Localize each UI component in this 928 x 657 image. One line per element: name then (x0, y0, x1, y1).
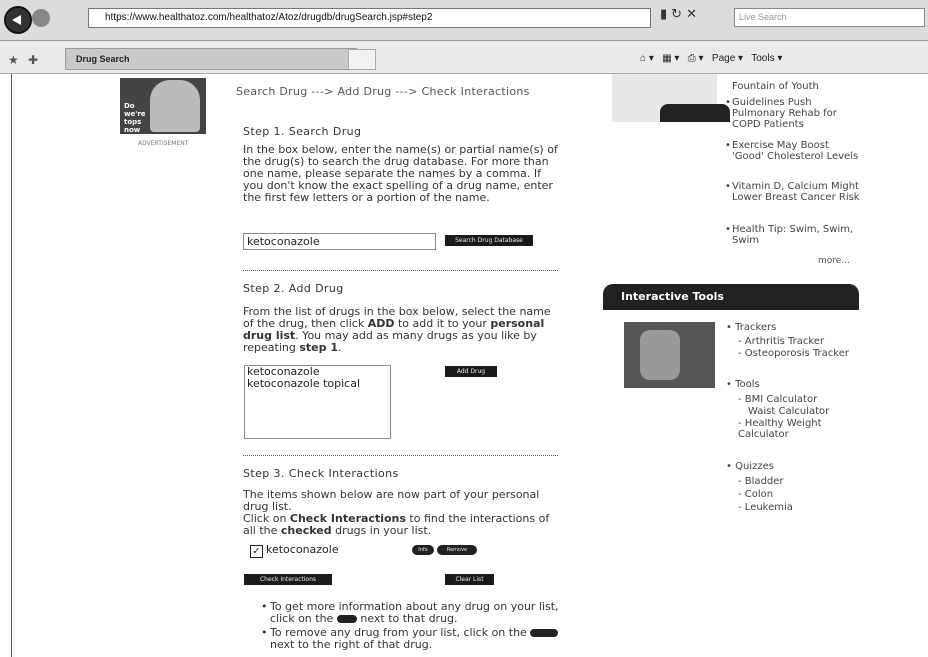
tab-drug-search[interactable]: Drug Search (65, 48, 357, 70)
command-bar: ⌂ ▾ ▦ ▾ ⎙ ▾ Page ▾ Tools ▾ (640, 53, 783, 64)
quiz-link-label[interactable]: Colon (745, 489, 773, 500)
divider (243, 270, 558, 271)
drug-checkbox[interactable]: ✓ (250, 545, 263, 558)
list-item[interactable]: ketoconazole topical (247, 378, 390, 390)
divider (243, 455, 558, 456)
trackers-heading: Trackers (735, 322, 777, 333)
remove-pill-icon (530, 629, 559, 637)
favorites-star-icon[interactable]: ★ (8, 53, 19, 67)
tracker-link-label[interactable]: Osteoporosis Tracker (745, 348, 849, 359)
stop-icon[interactable]: ✕ (686, 7, 701, 22)
tools-label: • Tools (726, 379, 760, 390)
promo-text: Do we're tops now (124, 102, 146, 134)
tip-remove: To remove any drug from your list, click… (261, 627, 570, 651)
quiz-link-label[interactable]: Bladder (745, 476, 784, 487)
tracker-link-label[interactable]: Arthritis Tracker (745, 336, 824, 347)
info-pill-icon (336, 615, 357, 623)
interactive-tools-header: Interactive Tools (603, 284, 859, 310)
drug-search-input[interactable]: ketoconazole (243, 233, 436, 250)
quiz-link[interactable]: - Colon (738, 489, 773, 500)
step2-instructions: From the list of drugs in the box below,… (243, 305, 551, 354)
step3-title: Step 3. Check Interactions (243, 467, 399, 480)
tool-link[interactable]: - Healthy Weight Calculator (738, 418, 838, 440)
tracker-link[interactable]: - Arthritis Tracker (738, 336, 824, 347)
tool-link-label[interactable]: Waist Calculator (748, 406, 829, 417)
news-item[interactable]: Guidelines Push Pulmonary Rehab for COPD… (725, 97, 862, 130)
search-drug-button[interactable]: Search Drug Database (445, 235, 533, 246)
back-button[interactable] (4, 6, 32, 34)
trackers-label: • Trackers (726, 322, 777, 333)
home-icon[interactable]: ⌂ (640, 53, 646, 64)
info-button[interactable]: Info (412, 545, 434, 555)
tool-link-label[interactable]: Healthy Weight Calculator (738, 418, 822, 440)
quiz-link-label[interactable]: Leukemia (745, 502, 793, 513)
step1-instructions: In the box below, enter the name(s) or p… (243, 143, 558, 204)
quiz-link[interactable]: - Leukemia (738, 502, 793, 513)
news-item[interactable]: Exercise May Boost 'Good' Cholesterol Le… (725, 140, 862, 162)
promo-caption: ADVERTISEMENT (138, 140, 189, 147)
clear-list-button[interactable]: Clear List (445, 574, 494, 585)
tip-info-end: next to that drug. (360, 612, 458, 625)
add-drug-button[interactable]: Add Drug (445, 366, 497, 377)
refresh-icon[interactable]: ↻ (671, 7, 686, 22)
page-menu[interactable]: Page (712, 53, 735, 64)
tab-bar: ★ ✚ Drug Search ⌂ ▾ ▦ ▾ ⎙ ▾ Page ▾ Tools… (0, 41, 928, 74)
more-news-link[interactable]: more... (818, 256, 850, 266)
address-bar[interactable]: https://www.healthatoz.com/healthatoz/At… (88, 8, 651, 28)
tool-link[interactable]: - BMI Calculator (738, 394, 848, 405)
breadcrumb: Search Drug ---> Add Drug ---> Check Int… (236, 85, 530, 98)
quizzes-heading: Quizzes (735, 461, 774, 472)
promo-photo (150, 80, 200, 132)
news-item[interactable]: Vitamin D, Calcium Might Lower Breast Ca… (725, 181, 862, 203)
remove-button[interactable]: Remove (437, 545, 477, 555)
tool-link-label[interactable]: BMI Calculator (745, 394, 817, 405)
quiz-link[interactable]: - Bladder (738, 476, 784, 487)
drug-list-row: ✓ ketoconazole Info Remove (244, 542, 492, 559)
new-tab-button[interactable] (348, 49, 376, 70)
page-border (11, 74, 12, 657)
tools-photo (640, 330, 680, 380)
step3-line2: Click on Check Interactions to find the … (243, 512, 550, 537)
quizzes-label: • Quizzes (726, 461, 774, 472)
tools-heading: Tools (735, 379, 760, 390)
tip-info: To get more information about any drug o… (261, 601, 570, 625)
news-item[interactable]: Health Tip: Swim, Swim, Swim (725, 224, 862, 246)
drug-results-list[interactable]: ketoconazole ketoconazole topical (244, 365, 391, 439)
nav-icons[interactable]: ▮↻✕ (660, 7, 701, 22)
print-icon[interactable]: ⎙ (688, 53, 696, 64)
add-favorite-icon[interactable]: ✚ (28, 53, 38, 67)
step3-line1: The items shown below are now part of yo… (243, 488, 540, 513)
lock-icon: ▮ (660, 7, 672, 22)
tools-menu[interactable]: Tools (751, 53, 774, 64)
feeds-icon[interactable]: ▦ (662, 53, 671, 64)
forward-button[interactable] (32, 9, 50, 27)
drug-name: ketoconazole (266, 543, 339, 556)
news-item[interactable]: Fountain of Youth (732, 81, 862, 92)
tip-remove-end: next to the right of that drug. (270, 638, 433, 651)
check-interactions-button[interactable]: Check Interactions (244, 574, 332, 585)
tool-link[interactable]: Waist Calculator (748, 406, 829, 417)
step2-title: Step 2. Add Drug (243, 282, 344, 295)
header-photo-shadow (660, 104, 730, 122)
step1-title: Step 1. Search Drug (243, 125, 362, 138)
search-input[interactable]: Live Search (734, 8, 925, 27)
tracker-link[interactable]: - Osteoporosis Tracker (738, 348, 849, 359)
browser-toolbar: https://www.healthatoz.com/healthatoz/At… (0, 0, 928, 41)
